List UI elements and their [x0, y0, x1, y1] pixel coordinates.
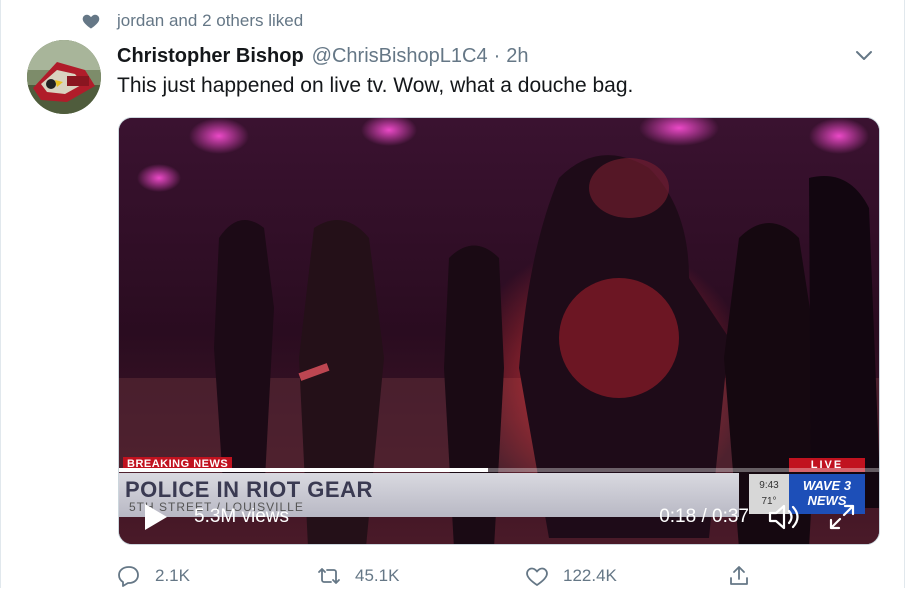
tweet-header: Christopher Bishop @ChrisBishopL1C4 · 2h — [117, 42, 876, 70]
like-button[interactable]: 122.4K — [525, 564, 617, 588]
share-icon — [730, 566, 748, 585]
like-count: 122.4K — [563, 566, 617, 585]
progress-fill — [119, 468, 489, 472]
video-controls: 5.3M views 0:18 / 0:37 — [119, 498, 879, 538]
retweet-count: 45.1K — [355, 566, 400, 585]
tweet-actions: 2.1K 45.1K 122.4K — [117, 560, 777, 590]
play-icon[interactable] — [143, 502, 169, 532]
retweet-button[interactable]: 45.1K — [317, 564, 399, 588]
display-name[interactable]: Christopher Bishop — [117, 45, 304, 68]
fullscreen-icon[interactable] — [827, 502, 857, 532]
tweet-card[interactable]: jordan and 2 others liked Christopher Bi… — [0, 0, 905, 588]
tweet-time[interactable]: 2h — [506, 45, 528, 68]
volume-icon[interactable] — [767, 502, 801, 532]
tweet-text: This just happened on live tv. Wow, what… — [117, 74, 634, 97]
user-handle[interactable]: @ChrisBishopL1C4 — [312, 45, 488, 68]
retweet-icon — [318, 568, 340, 584]
heart-icon — [82, 14, 100, 29]
view-count: 5.3M views — [194, 506, 290, 527]
chevron-down-icon — [856, 51, 872, 60]
avatar[interactable] — [27, 40, 101, 114]
progress-bar[interactable] — [119, 468, 879, 472]
reply-count: 2.1K — [155, 566, 190, 585]
clock-time: 9:43 — [759, 480, 779, 491]
share-button[interactable] — [727, 564, 751, 588]
social-context: jordan and 2 others liked — [81, 10, 303, 32]
more-options-button[interactable] — [852, 44, 876, 68]
separator-dot: · — [493, 44, 501, 67]
like-icon — [526, 567, 548, 587]
timecode: 0:18 / 0:37 — [659, 506, 749, 527]
reply-icon — [118, 566, 139, 587]
reply-button[interactable]: 2.1K — [117, 564, 190, 588]
avatar-image — [27, 40, 101, 114]
video-player[interactable]: BREAKING NEWS POLICE IN RIOT GEAR 5TH ST… — [118, 117, 880, 545]
social-context-text[interactable]: jordan and 2 others liked — [117, 11, 303, 31]
